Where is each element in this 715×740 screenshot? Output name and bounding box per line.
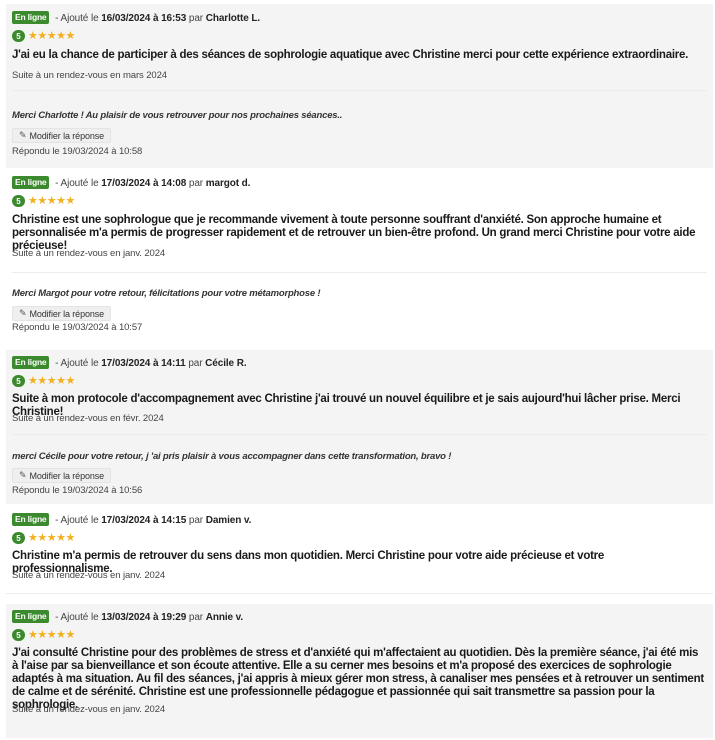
star-rating-icon: ★★★★★ [28, 532, 75, 544]
review-text: J'ai eu la chance de participer à des sé… [12, 49, 689, 61]
rating: 5 ★★★★★ [12, 375, 75, 387]
edit-icon: ✎ [19, 308, 27, 318]
replied-date: Répondu le 19/03/2024 à 10:57 [12, 322, 143, 333]
reviews-list: En ligne - Ajouté le 16/03/2024 à 16:53 … [0, 0, 715, 740]
rating-score-badge: 5 [12, 30, 25, 42]
review-card: En ligne - Ajouté le 17/03/2024 à 14:08 … [6, 170, 713, 342]
review-date: 17/03/2024 à 14:08 [101, 178, 187, 189]
review-date: 16/03/2024 à 16:53 [101, 13, 187, 24]
review-text: J'ai consulté Christine pour des problèm… [12, 647, 704, 711]
divider [12, 434, 707, 435]
star-rating-icon: ★★★★★ [28, 195, 75, 207]
rating: 5 ★★★★★ [12, 532, 75, 544]
star-rating-icon: ★★★★★ [28, 629, 75, 641]
rating-score-badge: 5 [12, 195, 25, 207]
status-badge: En ligne [12, 610, 50, 623]
rating: 5 ★★★★★ [12, 30, 75, 42]
star-rating-icon: ★★★★★ [28, 30, 75, 42]
review-card: En ligne - Ajouté le 16/03/2024 à 16:53 … [6, 4, 713, 168]
status-badge: En ligne [12, 176, 50, 189]
review-meta: En ligne - Ajouté le 17/03/2024 à 14:15 … [12, 513, 251, 526]
visit-note: Suite à un rendez-vous en mars 2024 [12, 70, 167, 81]
star-rating-icon: ★★★★★ [28, 375, 75, 387]
by-label: par [188, 13, 204, 24]
review-card: En ligne - Ajouté le 13/03/2024 à 19:29 … [6, 604, 713, 738]
edit-reply-button[interactable]: ✎ Modifier la réponse [12, 468, 112, 483]
edit-icon: ✎ [19, 130, 27, 140]
status-badge: En ligne [12, 513, 50, 526]
rating: 5 ★★★★★ [12, 195, 75, 207]
by-label: par [188, 178, 204, 189]
rating-score-badge: 5 [12, 629, 25, 641]
by-label: par [188, 515, 204, 526]
edit-reply-button[interactable]: ✎ Modifier la réponse [12, 128, 112, 143]
review-card: En ligne - Ajouté le 17/03/2024 à 14:15 … [6, 508, 713, 594]
review-meta: En ligne - Ajouté le 17/03/2024 à 14:11 … [12, 356, 247, 369]
added-prefix: - Ajouté le [55, 515, 99, 526]
by-label: par [188, 358, 203, 369]
reply-text: Merci Margot pour votre retour, félicita… [12, 288, 321, 299]
added-prefix: - Ajouté le [55, 358, 99, 369]
edit-reply-label: Modifier la réponse [29, 308, 105, 319]
review-date: 17/03/2024 à 14:11 [101, 358, 186, 369]
visit-note: Suite à un rendez-vous en janv. 2024 [12, 248, 166, 259]
reply-text: merci Cécile pour votre retour, j 'ai pr… [12, 451, 452, 462]
rating-score-badge: 5 [12, 375, 25, 387]
divider [12, 90, 707, 91]
status-badge: En ligne [12, 11, 50, 24]
added-prefix: - Ajouté le [55, 13, 99, 24]
review-meta: En ligne - Ajouté le 13/03/2024 à 19:29 … [12, 610, 243, 623]
status-badge: En ligne [12, 356, 50, 369]
edit-reply-label: Modifier la réponse [29, 470, 105, 481]
visit-note: Suite à un rendez-vous en janv. 2024 [12, 570, 166, 581]
visit-note: Suite à un rendez-vous en févr. 2024 [12, 413, 164, 424]
added-prefix: - Ajouté le [55, 178, 99, 189]
added-prefix: - Ajouté le [55, 612, 99, 623]
review-card: En ligne - Ajouté le 17/03/2024 à 14:11 … [6, 350, 713, 504]
rating-score-badge: 5 [12, 532, 25, 544]
edit-reply-label: Modifier la réponse [29, 130, 105, 141]
review-author: Cécile R. [205, 358, 247, 369]
by-label: par [188, 612, 204, 623]
replied-date: Répondu le 19/03/2024 à 10:56 [12, 485, 143, 496]
review-meta: En ligne - Ajouté le 16/03/2024 à 16:53 … [12, 11, 260, 24]
review-author: Annie v. [205, 612, 244, 623]
reply-text: Merci Charlotte ! Au plaisir de vous ret… [12, 110, 343, 121]
divider [12, 272, 707, 273]
review-author: Charlotte L. [205, 13, 261, 24]
edit-reply-button[interactable]: ✎ Modifier la réponse [12, 306, 112, 321]
rating: 5 ★★★★★ [12, 629, 75, 641]
edit-icon: ✎ [19, 470, 27, 480]
review-author: margot d. [205, 178, 251, 189]
review-date: 17/03/2024 à 14:15 [101, 515, 187, 526]
replied-date: Répondu le 19/03/2024 à 10:58 [12, 146, 143, 157]
review-meta: En ligne - Ajouté le 17/03/2024 à 14:08 … [12, 176, 250, 189]
visit-note: Suite à un rendez-vous en janv. 2024 [12, 704, 166, 715]
review-author: Damien v. [205, 515, 252, 526]
review-date: 13/03/2024 à 19:29 [101, 612, 187, 623]
